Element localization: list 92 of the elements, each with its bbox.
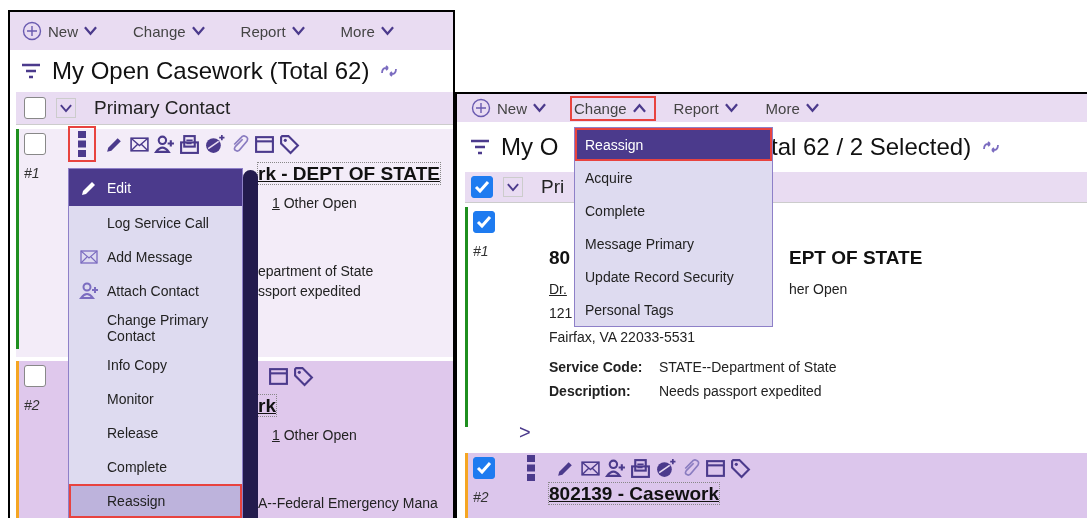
page-title: tal 62 / 2 Selected) bbox=[771, 133, 972, 160]
field-label: Service Code: bbox=[549, 358, 644, 377]
chevron-down-icon[interactable] bbox=[60, 103, 72, 113]
envelope-document-icon[interactable] bbox=[179, 133, 200, 155]
refresh-icon[interactable] bbox=[981, 140, 1002, 154]
menu-item[interactable]: Personal Tags bbox=[575, 293, 772, 326]
refresh-icon[interactable] bbox=[379, 64, 400, 78]
detail-text: ssport expedited bbox=[258, 283, 361, 299]
window-icon[interactable] bbox=[254, 133, 275, 155]
case-title: 80 bbox=[549, 247, 571, 268]
expand-toggle[interactable]: > bbox=[519, 421, 531, 444]
row-number: #2 bbox=[24, 396, 41, 413]
row-number: #2 bbox=[473, 488, 490, 505]
menu-item[interactable]: Update Record Security bbox=[575, 260, 772, 293]
menu-item[interactable]: Acquire bbox=[575, 161, 772, 194]
menu-item[interactable]: Message Primary bbox=[575, 227, 772, 260]
menu-item[interactable]: Change Primary Contact bbox=[69, 308, 242, 348]
person-plus-icon bbox=[79, 281, 99, 301]
detail-text: Fairfax, VA 22033-5531 bbox=[549, 329, 696, 345]
row-checkbox[interactable] bbox=[24, 133, 46, 155]
menu-item[interactable]: Info Copy bbox=[69, 348, 242, 382]
open-count-link[interactable]: 1 bbox=[272, 427, 280, 443]
ball-plus-icon[interactable] bbox=[204, 133, 225, 155]
case-title: EPT OF STATE bbox=[789, 247, 923, 268]
chevron-down-icon[interactable] bbox=[507, 182, 519, 192]
row-checkbox[interactable] bbox=[473, 211, 495, 233]
chevron-up-icon bbox=[632, 103, 646, 113]
menu-item[interactable]: Release bbox=[69, 416, 242, 450]
detail-text: 121 bbox=[549, 305, 573, 321]
chevron-down-icon bbox=[533, 103, 546, 113]
menu-item[interactable]: Monitor bbox=[69, 382, 242, 416]
vertical-dots-icon[interactable] bbox=[78, 131, 86, 157]
chevron-down-icon bbox=[724, 103, 738, 113]
vertical-dots-icon[interactable] bbox=[527, 455, 535, 481]
row-number: #1 bbox=[24, 164, 41, 181]
person-plus-icon[interactable] bbox=[154, 133, 175, 155]
add-icon bbox=[22, 21, 42, 41]
menu-button[interactable]: Change bbox=[129, 18, 215, 44]
chevron-down-icon bbox=[191, 26, 205, 36]
menu-button[interactable]: Change bbox=[570, 95, 656, 121]
select-all-checkbox[interactable] bbox=[24, 97, 46, 119]
field-value: STATE--Department of State bbox=[658, 359, 837, 375]
tag-icon[interactable] bbox=[279, 133, 300, 155]
person-plus-icon[interactable] bbox=[605, 457, 626, 479]
menu-item[interactable]: Complete bbox=[575, 194, 772, 227]
field-value: Needs passport expedited bbox=[658, 383, 822, 399]
chevron-down-icon bbox=[84, 26, 97, 36]
chevron-down-icon bbox=[380, 26, 394, 36]
chevron-down-icon bbox=[291, 26, 305, 36]
menu-item[interactable]: Complete bbox=[69, 450, 242, 484]
column-label: Pri bbox=[541, 176, 565, 198]
envelope-document-icon[interactable] bbox=[630, 457, 651, 479]
envelope-icon bbox=[79, 247, 99, 267]
open-count-link[interactable]: 1 bbox=[272, 195, 280, 211]
case-title[interactable]: rk - DEPT OF STATE bbox=[258, 163, 440, 184]
menu-item[interactable]: Reassign bbox=[575, 128, 772, 161]
menu-item[interactable]: Edit bbox=[69, 169, 242, 206]
menu-item[interactable]: Log Service Call bbox=[69, 206, 242, 240]
menu-item[interactable]: Attach Contact bbox=[69, 274, 242, 308]
filter-icon[interactable] bbox=[20, 63, 42, 79]
window-icon[interactable] bbox=[705, 457, 726, 479]
tag-icon[interactable] bbox=[730, 457, 751, 479]
detail-text: A--Federal Emergency Mana bbox=[258, 495, 438, 511]
row-checkbox[interactable] bbox=[24, 365, 46, 387]
contact-text: her Open bbox=[789, 281, 848, 297]
detail-text: epartment of State bbox=[258, 263, 374, 279]
menu-button[interactable]: Report bbox=[669, 95, 748, 121]
open-label: Other Open bbox=[283, 427, 357, 443]
chevron-down-icon bbox=[805, 103, 819, 113]
row-checkbox[interactable] bbox=[473, 457, 495, 479]
window-icon[interactable] bbox=[268, 365, 289, 387]
column-label: Primary Contact bbox=[94, 97, 231, 119]
new-button[interactable]: New bbox=[467, 94, 556, 122]
contact-text: Dr. bbox=[549, 281, 567, 297]
field-label: Description: bbox=[549, 382, 632, 401]
ball-plus-icon[interactable] bbox=[655, 457, 676, 479]
case-title[interactable]: 802139 - Casework bbox=[549, 483, 720, 504]
add-icon bbox=[471, 98, 491, 118]
menu-button[interactable]: More bbox=[336, 18, 404, 44]
menu-item[interactable]: Reassign bbox=[69, 484, 242, 518]
menu-button[interactable]: Report bbox=[236, 18, 315, 44]
page-title: My Open Casework (Total 62) bbox=[52, 57, 370, 84]
new-button[interactable]: New bbox=[18, 17, 107, 45]
row-number: #1 bbox=[473, 242, 490, 259]
case-title[interactable]: rk bbox=[258, 395, 276, 416]
menu-item[interactable]: Add Message bbox=[69, 240, 242, 274]
page-title: My O bbox=[501, 133, 559, 160]
select-all-checkbox[interactable] bbox=[471, 176, 493, 198]
open-label: Other Open bbox=[283, 195, 357, 211]
menu-button[interactable]: More bbox=[761, 95, 829, 121]
filter-icon[interactable] bbox=[469, 139, 491, 155]
tag-icon[interactable] bbox=[293, 365, 314, 387]
